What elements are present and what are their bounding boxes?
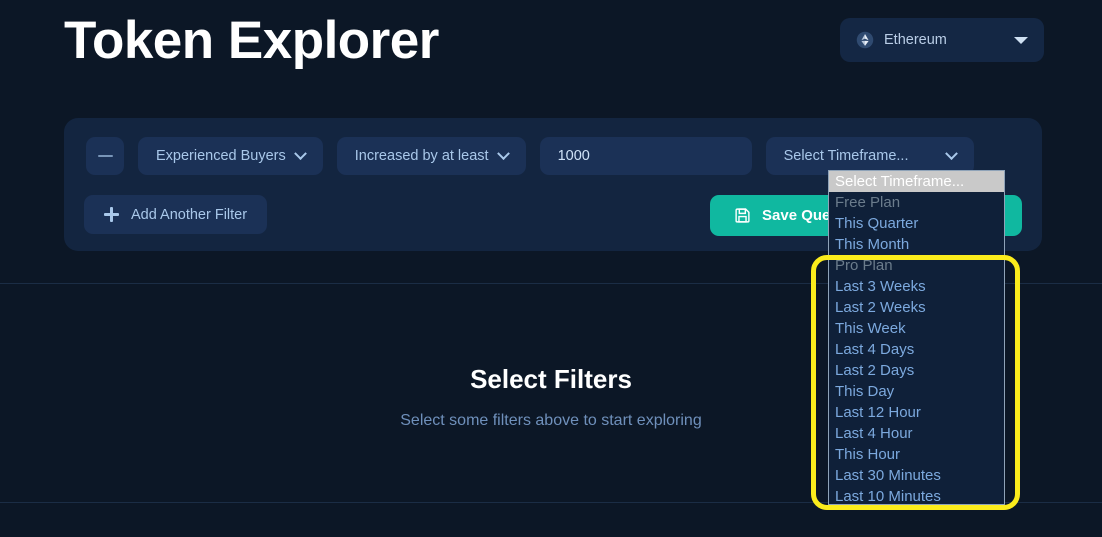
floppy-disk-icon bbox=[734, 207, 751, 224]
dropdown-option[interactable]: This Hour bbox=[829, 444, 1004, 465]
chevron-down-icon bbox=[944, 146, 958, 160]
chevron-down-icon bbox=[496, 146, 510, 160]
timeframe-label: Select Timeframe... bbox=[783, 148, 909, 164]
filter-subject-dropdown[interactable]: Experienced Buyers bbox=[138, 137, 323, 175]
dropdown-option[interactable]: Select Timeframe... bbox=[829, 171, 1004, 192]
dropdown-option[interactable]: Last 2 Weeks bbox=[829, 297, 1004, 318]
dropdown-option[interactable]: Last 2 Days bbox=[829, 360, 1004, 381]
page-title: Token Explorer bbox=[64, 11, 439, 70]
filter-value-text: 1000 bbox=[557, 148, 590, 164]
plus-icon bbox=[104, 207, 119, 222]
chevron-down-icon bbox=[1014, 36, 1028, 44]
dropdown-option[interactable]: Last 3 Weeks bbox=[829, 276, 1004, 297]
dropdown-option[interactable]: Last 10 Minutes bbox=[829, 486, 1004, 504]
filter-value-input[interactable]: 1000 bbox=[539, 137, 752, 175]
dropdown-option[interactable]: Last 4 Hour bbox=[829, 423, 1004, 444]
add-another-filter-label: Add Another Filter bbox=[131, 206, 248, 223]
dropdown-option[interactable]: This Day bbox=[829, 381, 1004, 402]
page-root: Token Explorer Ethereum Experienced Buye… bbox=[0, 0, 1102, 537]
dropdown-option[interactable]: This Week bbox=[829, 318, 1004, 339]
ethereum-icon bbox=[856, 31, 874, 49]
chevron-down-icon bbox=[293, 146, 307, 160]
minus-icon bbox=[97, 154, 113, 158]
filter-condition-dropdown[interactable]: Increased by at least bbox=[336, 137, 526, 175]
add-another-filter-button[interactable]: Add Another Filter bbox=[84, 195, 268, 234]
dropdown-option[interactable]: Last 4 Days bbox=[829, 339, 1004, 360]
dropdown-option[interactable]: This Month bbox=[829, 234, 1004, 255]
dropdown-group-label: Free Plan bbox=[835, 194, 901, 211]
chain-selector[interactable]: Ethereum bbox=[840, 18, 1044, 62]
chain-label: Ethereum bbox=[884, 32, 947, 48]
remove-filter-button[interactable] bbox=[86, 137, 124, 175]
filter-subject-label: Experienced Buyers bbox=[156, 148, 286, 164]
dropdown-group-label: Pro Plan bbox=[835, 257, 893, 274]
dropdown-option[interactable]: Last 12 Hour bbox=[829, 402, 1004, 423]
timeframe-dropdown-list[interactable]: Select Timeframe... Free Plan This Quarter… bbox=[828, 170, 1005, 505]
filter-condition-label: Increased by at least bbox=[354, 148, 489, 164]
dropdown-option[interactable]: Last 30 Minutes bbox=[829, 465, 1004, 486]
dropdown-option[interactable]: This Quarter bbox=[829, 213, 1004, 234]
